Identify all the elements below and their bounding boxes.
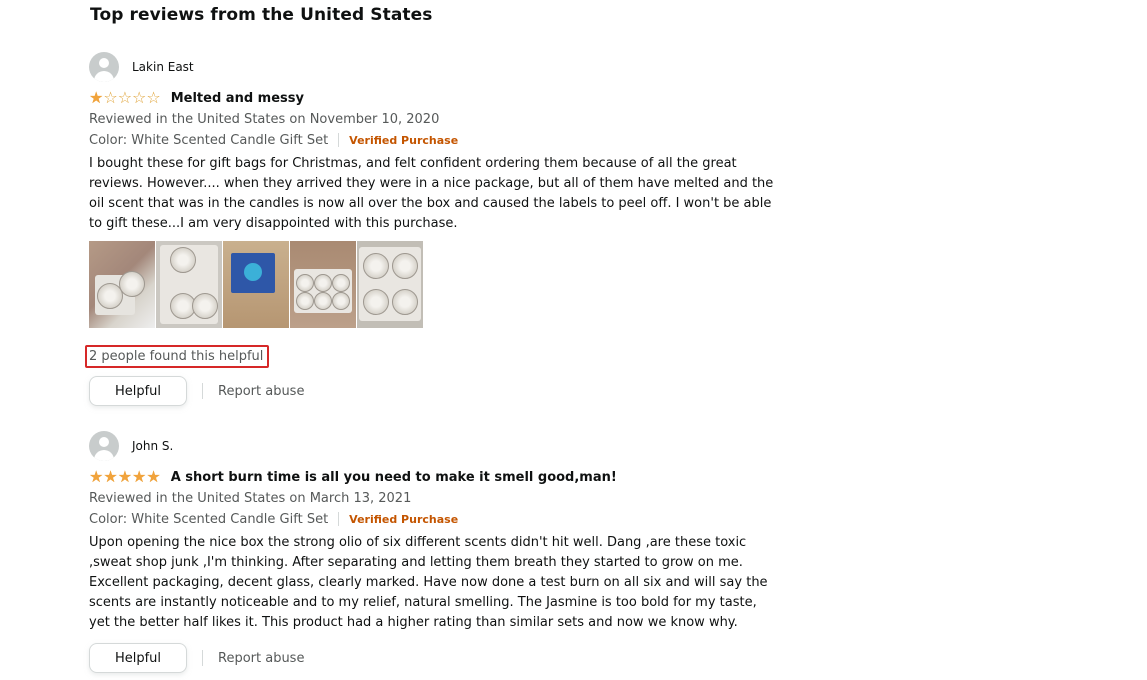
review-body: Upon opening the nice box the strong oli… (89, 535, 768, 630)
divider (202, 650, 203, 666)
review-variant[interactable]: Color: White Scented Candle Gift Set (89, 133, 328, 148)
review-title[interactable]: A short burn time is all you need to mak… (171, 470, 617, 485)
review-image-thumbnail[interactable] (156, 241, 222, 328)
divider (338, 133, 340, 147)
review-date: Reviewed in the United States on March 1… (89, 491, 412, 506)
reviewer-name[interactable]: Lakin East (132, 60, 194, 74)
review-image-thumbnail[interactable] (89, 241, 155, 328)
report-abuse-link[interactable]: Report abuse (218, 651, 304, 666)
review-card: Lakin East ☆☆☆☆☆ ★★★★★ Melted and messy … (85, 52, 789, 406)
report-abuse-link[interactable]: Report abuse (218, 384, 304, 399)
user-avatar-icon (89, 431, 119, 461)
review-card: John S. ☆☆☆☆☆ ★★★★★ A short burn time is… (89, 431, 789, 673)
helpful-button[interactable]: Helpful (89, 376, 187, 406)
verified-purchase-badge: Verified Purchase (349, 133, 459, 147)
reviewer-profile[interactable]: Lakin East (89, 52, 789, 82)
star-rating-icon[interactable]: ☆☆☆☆☆ ★★★★★ (89, 469, 161, 485)
review-variant[interactable]: Color: White Scented Candle Gift Set (89, 512, 328, 527)
review-image-thumbnail[interactable] (290, 241, 356, 328)
helpful-count-text: 2 people found this helpful (85, 345, 270, 368)
review-body: I bought these for gift bags for Christm… (89, 156, 774, 231)
review-title[interactable]: Melted and messy (171, 91, 304, 106)
reviewer-name[interactable]: John S. (132, 439, 173, 453)
reviewer-profile[interactable]: John S. (89, 431, 789, 461)
verified-purchase-badge: Verified Purchase (349, 512, 459, 526)
reviews-page: Top reviews from the United States Lakin… (0, 0, 1147, 680)
review-date: Reviewed in the United States on Novembe… (89, 112, 440, 127)
review-image-thumbnail[interactable] (223, 241, 289, 328)
section-title: Top reviews from the United States (90, 5, 433, 25)
user-avatar-icon (89, 52, 119, 82)
helpful-button[interactable]: Helpful (89, 643, 187, 673)
star-rating-icon[interactable]: ☆☆☆☆☆ ★★★★★ (89, 90, 161, 106)
review-image-thumbnail[interactable] (357, 241, 423, 328)
review-images (89, 241, 789, 328)
divider (338, 512, 340, 526)
divider (202, 383, 203, 399)
